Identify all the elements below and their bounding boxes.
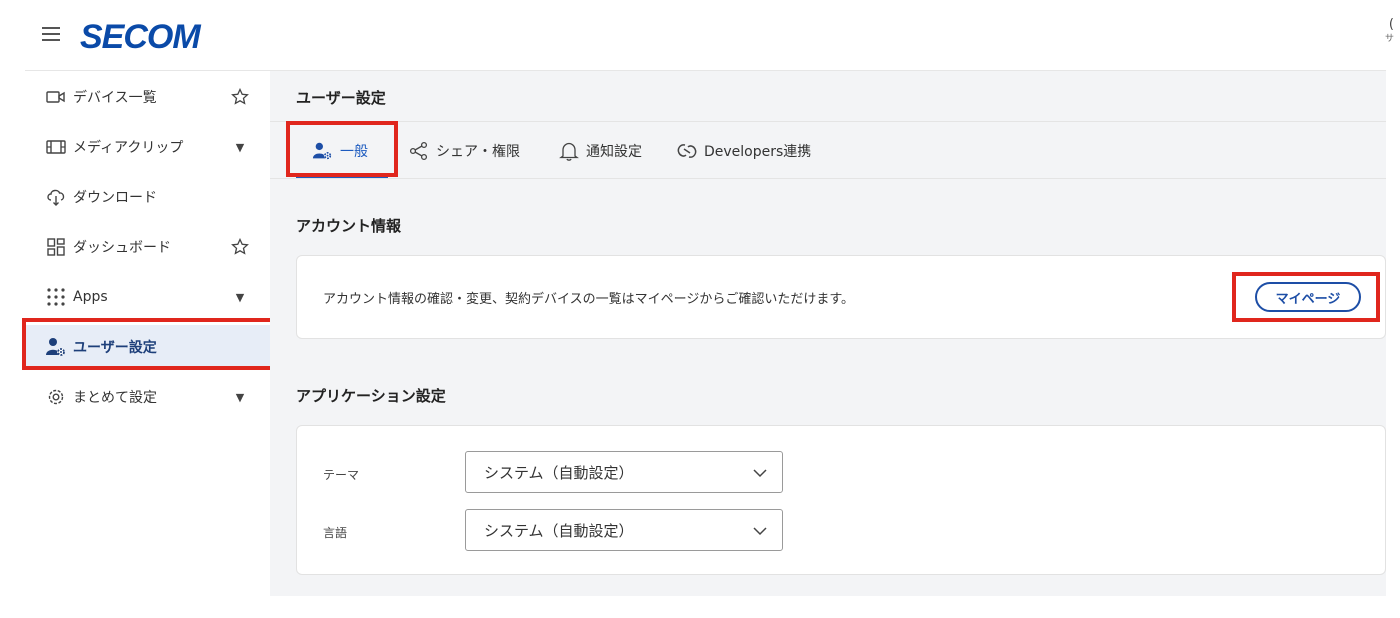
theme-label: テーマ <box>323 468 360 482</box>
sidebar-item-label: まとめて設定 <box>73 390 157 406</box>
app-settings-card: テーマ システム（自動設定） 言語 システム（自動設定） <box>296 425 1386 575</box>
sidebar-item-device-list[interactable]: デバイス一覧 <box>25 75 270 119</box>
mypage-button[interactable]: マイページ <box>1255 282 1361 312</box>
user-initial: ( <box>1388 17 1394 32</box>
language-label: 言語 <box>323 526 348 540</box>
camera-icon <box>45 86 67 108</box>
user-sub-label: サ <box>1384 34 1394 44</box>
language-select[interactable]: システム（自動設定） <box>465 509 783 551</box>
share-icon <box>408 140 430 162</box>
sidebar-item-bulk-settings[interactable]: まとめて設定 ▼ <box>25 375 270 419</box>
user-gear-icon <box>45 336 67 358</box>
bell-icon <box>558 140 580 162</box>
sidebar-item-dashboard[interactable]: ダッシュボード <box>25 225 270 269</box>
tab-share-permissions[interactable]: シェア・権限 <box>408 122 520 180</box>
sidebar-item-label: ユーザー設定 <box>73 340 157 356</box>
caret-down-icon[interactable]: ▼ <box>230 387 250 407</box>
star-icon[interactable] <box>230 237 250 257</box>
sidebar-item-apps[interactable]: Apps ▼ <box>25 275 270 319</box>
tab-notifications[interactable]: 通知設定 <box>558 122 642 180</box>
link-icon <box>676 140 698 162</box>
account-card: アカウント情報の確認・変更、契約デバイスの一覧はマイページからご確認いただけます… <box>296 255 1386 339</box>
chevron-down-icon <box>750 463 770 483</box>
star-icon[interactable] <box>230 87 250 107</box>
cloud-download-icon <box>45 186 67 208</box>
sidebar-item-label: メディアクリップ <box>73 140 184 156</box>
sidebar-item-download[interactable]: ダウンロード <box>25 175 270 219</box>
sidebar-item-media-clip[interactable]: メディアクリップ ▼ <box>25 125 270 169</box>
sidebar-item-label: ダウンロード <box>73 190 157 206</box>
sidebar-item-label: ダッシュボード <box>73 240 171 256</box>
tab-general[interactable]: 一般 <box>312 122 368 180</box>
film-icon <box>45 136 67 158</box>
caret-down-icon[interactable]: ▼ <box>230 137 250 157</box>
secom-logo[interactable]: SECOM <box>80 18 201 57</box>
tabs-bar: 一般 シェア・権限 通知設定 Developers連携 <box>270 121 1386 179</box>
account-description: アカウント情報の確認・変更、契約デバイスの一覧はマイページからご確認いただけます… <box>323 292 855 307</box>
user-gear-icon <box>312 140 334 162</box>
account-section-title: アカウント情報 <box>296 217 402 235</box>
tab-label: 一般 <box>340 144 368 160</box>
sidebar: デバイス一覧 メディアクリップ ▼ ダウンロード ダッシュボード Apps ▼ <box>25 70 270 596</box>
dashboard-icon <box>45 236 67 258</box>
tab-label: Developers連携 <box>704 144 812 160</box>
theme-selected-value: システム（自動設定） <box>484 463 634 482</box>
chevron-down-icon <box>750 521 770 541</box>
app-header: SECOM ( サ <box>0 0 1400 70</box>
caret-down-icon[interactable]: ▼ <box>230 287 250 307</box>
sidebar-item-label: デバイス一覧 <box>73 90 157 106</box>
apps-grid-icon <box>45 286 67 308</box>
gear-icon <box>45 386 67 408</box>
main-content: ユーザー設定 一般 シェア・権限 通知設定 Developers連携 アカウント… <box>270 70 1386 596</box>
tab-label: シェア・権限 <box>436 144 520 160</box>
page-title: ユーザー設定 <box>296 89 386 107</box>
user-account-area[interactable]: ( サ <box>1385 18 1394 46</box>
tab-label: 通知設定 <box>586 144 642 160</box>
app-settings-section-title: アプリケーション設定 <box>296 387 446 405</box>
theme-select[interactable]: システム（自動設定） <box>465 451 783 493</box>
sidebar-item-user-settings[interactable]: ユーザー設定 <box>25 325 270 369</box>
language-selected-value: システム（自動設定） <box>484 521 634 540</box>
active-tab-indicator <box>296 176 388 178</box>
tab-developers-integration[interactable]: Developers連携 <box>676 122 811 180</box>
sidebar-item-label: Apps <box>73 289 108 305</box>
menu-icon[interactable] <box>42 27 60 41</box>
